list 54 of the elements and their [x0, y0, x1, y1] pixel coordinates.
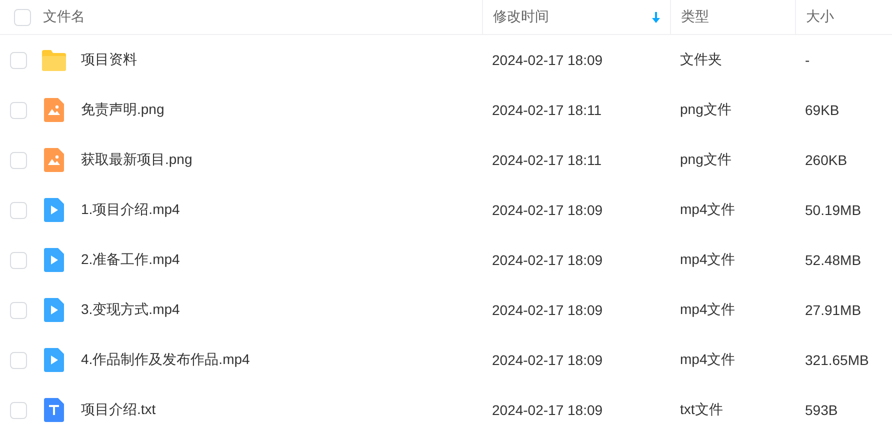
- image-file-icon: [44, 148, 64, 172]
- checkbox[interactable]: [10, 52, 27, 68]
- file-name[interactable]: 2.准备工作.mp4: [81, 251, 180, 269]
- file-name[interactable]: 项目介绍.txt: [81, 401, 156, 419]
- checkbox[interactable]: [10, 252, 27, 268]
- modified-time: 2024-02-17 18:09: [491, 52, 604, 68]
- file-name[interactable]: 获取最新项目.png: [81, 151, 192, 169]
- modified-time: 2024-02-17 18:09: [491, 202, 604, 218]
- checkbox[interactable]: [10, 152, 27, 168]
- file-size: 27.91MB: [804, 302, 862, 318]
- video-file-icon: [44, 298, 64, 322]
- file-type: 文件夹: [679, 51, 723, 69]
- file-name[interactable]: 免责声明.png: [81, 101, 164, 119]
- column-header[interactable]: 文件名: [43, 8, 85, 26]
- file-type: mp4文件: [679, 301, 736, 319]
- modified-time: 2024-02-17 18:11: [491, 152, 602, 168]
- file-size: 321.65MB: [804, 352, 870, 368]
- modified-time: 2024-02-17 18:09: [491, 252, 604, 268]
- file-type: mp4文件: [679, 351, 736, 369]
- file-size: -: [804, 52, 811, 68]
- image-file-icon: [44, 98, 64, 122]
- modified-time: 2024-02-17 18:09: [491, 352, 604, 368]
- checkbox[interactable]: [10, 202, 27, 218]
- video-file-icon: [44, 348, 64, 372]
- sort-descending-icon[interactable]: [652, 12, 660, 22]
- file-name[interactable]: 项目资料: [81, 51, 137, 69]
- checkbox[interactable]: [14, 8, 31, 26]
- file-name[interactable]: 1.项目介绍.mp4: [81, 201, 180, 219]
- file-size: 50.19MB: [804, 202, 862, 218]
- video-file-icon: [44, 198, 64, 222]
- file-type: png文件: [679, 101, 732, 119]
- file-size: 260KB: [804, 152, 848, 168]
- file-size: 593B: [804, 402, 839, 418]
- video-file-icon: [44, 248, 64, 272]
- modified-time: 2024-02-17 18:09: [491, 302, 604, 318]
- column-header[interactable]: 修改时间: [493, 8, 640, 26]
- file-name[interactable]: 3.变现方式.mp4: [81, 301, 180, 319]
- column-header[interactable]: 类型: [681, 8, 709, 26]
- file-type: txt文件: [679, 401, 724, 419]
- checkbox[interactable]: [10, 402, 27, 418]
- file-type: mp4文件: [679, 251, 736, 269]
- checkbox[interactable]: [10, 102, 27, 118]
- checkbox[interactable]: [10, 352, 27, 368]
- modified-time: 2024-02-17 18:11: [491, 102, 602, 118]
- checkbox[interactable]: [10, 302, 27, 318]
- modified-time: 2024-02-17 18:09: [491, 402, 604, 418]
- column-header[interactable]: 大小: [806, 8, 834, 26]
- text-file-icon: [44, 398, 64, 422]
- file-type: png文件: [679, 151, 732, 169]
- file-type: mp4文件: [679, 201, 736, 219]
- file-size: 69KB: [804, 102, 840, 118]
- file-name[interactable]: 4.作品制作及发布作品.mp4: [81, 351, 250, 369]
- file-size: 52.48MB: [804, 252, 862, 268]
- folder-icon: [41, 48, 67, 72]
